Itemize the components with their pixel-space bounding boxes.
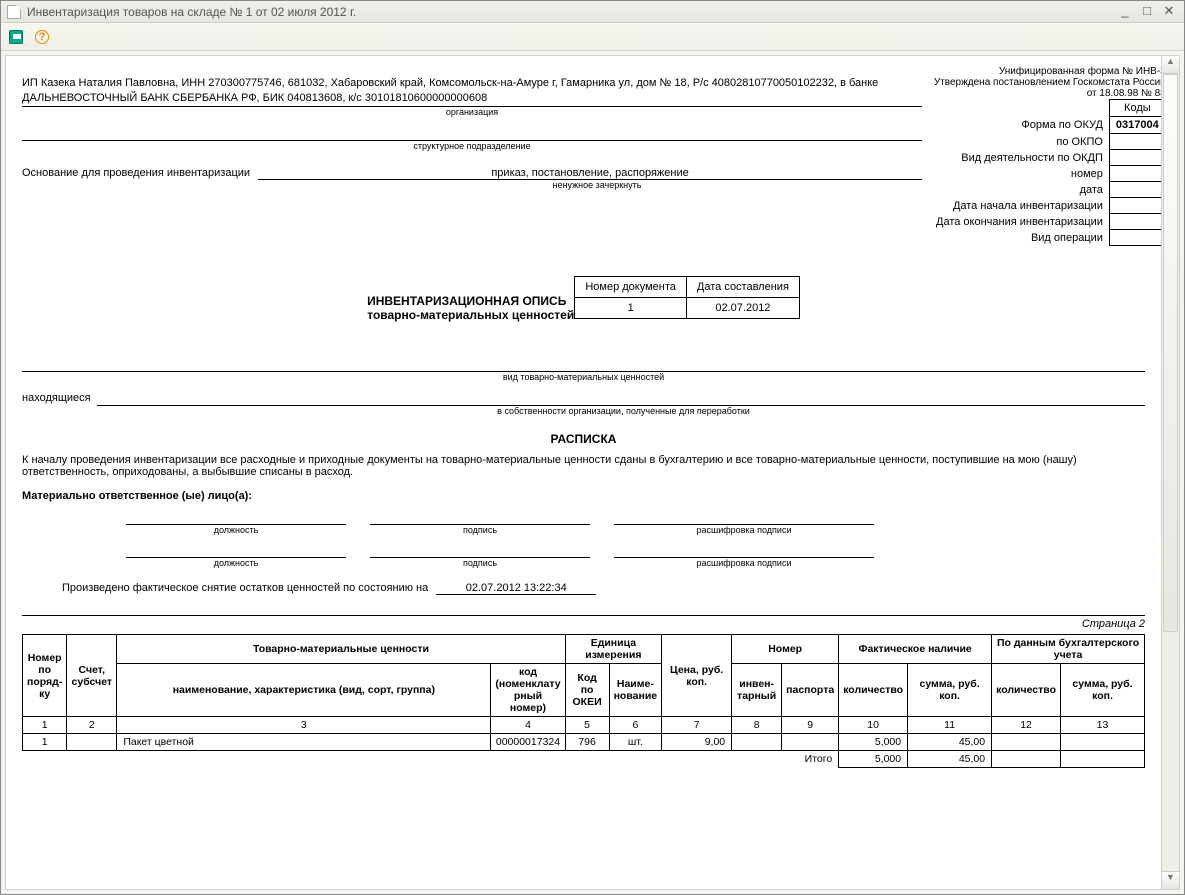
unit-line bbox=[22, 127, 922, 141]
vertical-scrollbar[interactable]: ▲ ▼ bbox=[1162, 55, 1180, 890]
save-icon bbox=[9, 30, 23, 44]
asof-value: 02.07.2012 13:22:34 bbox=[436, 582, 596, 595]
minimize-button[interactable]: _ bbox=[1116, 4, 1134, 20]
toolbar: ? bbox=[1, 23, 1184, 51]
responsible-label: Материально ответственное (ые) лицо(а): bbox=[22, 490, 1145, 502]
basis-label: Основание для проведения инвентаризации bbox=[22, 167, 250, 180]
codes-table: Коды Форма по ОКУД0317004 по ОКПО Вид де… bbox=[930, 99, 1162, 246]
save-button[interactable] bbox=[5, 26, 27, 48]
document-page: ИП Казека Наталия Павловна, ИНН 27030077… bbox=[5, 55, 1162, 890]
maximize-button[interactable]: □ bbox=[1138, 4, 1156, 20]
scroll-down-button[interactable]: ▼ bbox=[1162, 871, 1179, 889]
help-icon: ? bbox=[35, 30, 49, 44]
table-total-row: Итого 5,000 45,00 bbox=[23, 751, 1145, 768]
scroll-thumb[interactable] bbox=[1163, 74, 1178, 632]
approved-line: Утверждена постановлением Госкомстата Ро… bbox=[930, 77, 1162, 99]
table-row: 1 Пакет цветной 00000017324 796 шт. 9,00… bbox=[23, 734, 1145, 751]
table-colnum-row: 12345678910111213 bbox=[23, 717, 1145, 734]
asof-label: Произведено фактическое снятие остатков … bbox=[62, 582, 428, 595]
page-number: Страница 2 bbox=[22, 615, 1145, 630]
organization-text: ИП Казека Наталия Павловна, ИНН 27030077… bbox=[22, 76, 922, 107]
doc-subtitle: товарно-материальных ценностей bbox=[367, 308, 574, 322]
located-sub: в собственности организации, полученные … bbox=[102, 406, 1145, 416]
document-icon bbox=[7, 5, 21, 19]
window-title: Инвентаризация товаров на складе № 1 от … bbox=[27, 5, 356, 19]
located-label: находящиеся bbox=[22, 392, 91, 406]
doc-number-table: Номер документаДата составления 102.07.2… bbox=[574, 276, 800, 319]
located-line bbox=[97, 392, 1145, 406]
scroll-track[interactable] bbox=[1162, 74, 1179, 871]
form-line: Унифицированная форма № ИНВ-3 bbox=[930, 66, 1162, 77]
codes-header: Коды bbox=[1109, 100, 1162, 117]
receipt-title: РАСПИСКА bbox=[22, 432, 1145, 446]
basis-sub: ненужное зачеркнуть bbox=[272, 180, 922, 190]
close-button[interactable]: ✕ bbox=[1160, 4, 1178, 20]
scroll-up-button[interactable]: ▲ bbox=[1162, 56, 1179, 74]
titlebar: Инвентаризация товаров на складе № 1 от … bbox=[1, 1, 1184, 23]
tmc-type-line bbox=[22, 358, 1145, 372]
receipt-text: К началу проведения инвентаризации все р… bbox=[22, 454, 1145, 478]
items-table: Номер по поряд-ку Счет, субсчет Товарно-… bbox=[22, 634, 1145, 768]
basis-value: приказ, постановление, распоряжение bbox=[258, 167, 922, 180]
help-button[interactable]: ? bbox=[31, 26, 53, 48]
unit-sub: структурное подразделение bbox=[22, 141, 922, 151]
organization-sub: организация bbox=[22, 107, 922, 117]
doc-title: ИНВЕНТАРИЗАЦИОННАЯ ОПИСЬ bbox=[367, 276, 574, 308]
window: Инвентаризация товаров на складе № 1 от … bbox=[0, 0, 1185, 895]
tmc-type-sub: вид товарно-материальных ценностей bbox=[22, 372, 1145, 382]
